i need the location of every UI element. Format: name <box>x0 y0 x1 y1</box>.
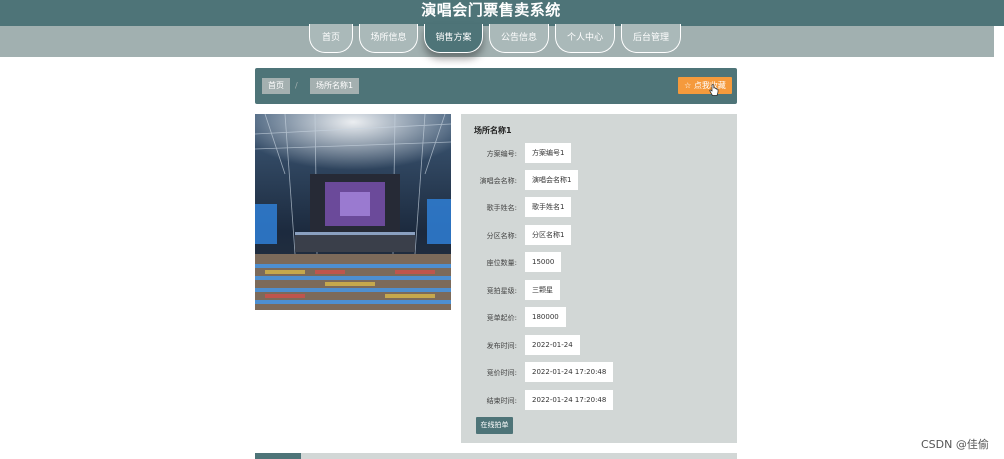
breadcrumb: 首页 / 场所名称1 ☆ 点我收藏 <box>255 68 737 104</box>
main-nav: 首页 场所信息 销售方案 公告信息 个人中心 后台管理 <box>0 24 994 57</box>
field-value-auction-rating: 三颗星 <box>525 280 560 300</box>
nav-item-home[interactable]: 首页 <box>309 24 353 53</box>
hand-cursor-icon <box>709 84 719 96</box>
field-value-starting-price: 180000 <box>525 307 566 327</box>
online-bid-button[interactable]: 在线拍单 <box>476 417 513 434</box>
field-label-concert-name: 演唱会名称: <box>479 177 517 185</box>
breadcrumb-separator: / <box>295 81 298 90</box>
title-bar: 演唱会门票售卖系统 <box>0 0 1004 26</box>
site-title: 演唱会门票售卖系统 <box>421 1 561 19</box>
field-value-zone-name: 分区名称1 <box>525 225 572 245</box>
field-value-concert-name: 演唱会名称1 <box>525 170 579 190</box>
field-label-zone-name: 分区名称: <box>486 232 517 240</box>
nav-item-venue-info[interactable]: 场所信息 <box>359 24 418 53</box>
field-value-end-time: 2022-01-24 17:20:48 <box>525 390 614 410</box>
nav-item-sales-plan[interactable]: 销售方案 <box>424 24 483 53</box>
field-label-auction-rating: 竞拍星级: <box>486 287 517 295</box>
bottom-tab-active[interactable] <box>255 453 301 459</box>
field-label-seat-count: 座位数量: <box>486 259 517 267</box>
breadcrumb-home[interactable]: 首页 <box>262 78 290 94</box>
breadcrumb-current: 场所名称1 <box>310 78 360 94</box>
bottom-tab-bar <box>255 453 737 459</box>
detail-panel: 场所名称1 方案编号: 方案编号1 演唱会名称: 演唱会名称1 歌手姓名: 歌手… <box>461 114 737 443</box>
field-label-plan-id: 方案编号: <box>486 150 517 158</box>
nav-item-admin[interactable]: 后台管理 <box>621 24 681 53</box>
field-label-end-time: 结束时间: <box>486 397 517 405</box>
field-label-starting-price: 竞单起价: <box>486 314 517 322</box>
favorite-button[interactable]: ☆ 点我收藏 <box>678 77 732 94</box>
venue-photo <box>255 114 451 310</box>
field-value-seat-count: 15000 <box>525 252 562 272</box>
nav-item-personal-center[interactable]: 个人中心 <box>555 24 615 53</box>
field-value-plan-id: 方案编号1 <box>525 143 572 163</box>
nav-item-announcements[interactable]: 公告信息 <box>489 24 549 53</box>
field-label-bid-time: 竞价时间: <box>486 369 517 377</box>
field-value-bid-time: 2022-01-24 17:20:48 <box>525 362 614 382</box>
field-label-singer-name: 歌手姓名: <box>486 204 517 212</box>
field-value-publish-time: 2022-01-24 <box>525 335 580 355</box>
field-label-publish-time: 发布时间: <box>486 342 517 350</box>
watermark: CSDN @佳偷 <box>921 438 989 451</box>
venue-name-title: 场所名称1 <box>474 126 512 135</box>
field-value-singer-name: 歌手姓名1 <box>525 197 572 217</box>
